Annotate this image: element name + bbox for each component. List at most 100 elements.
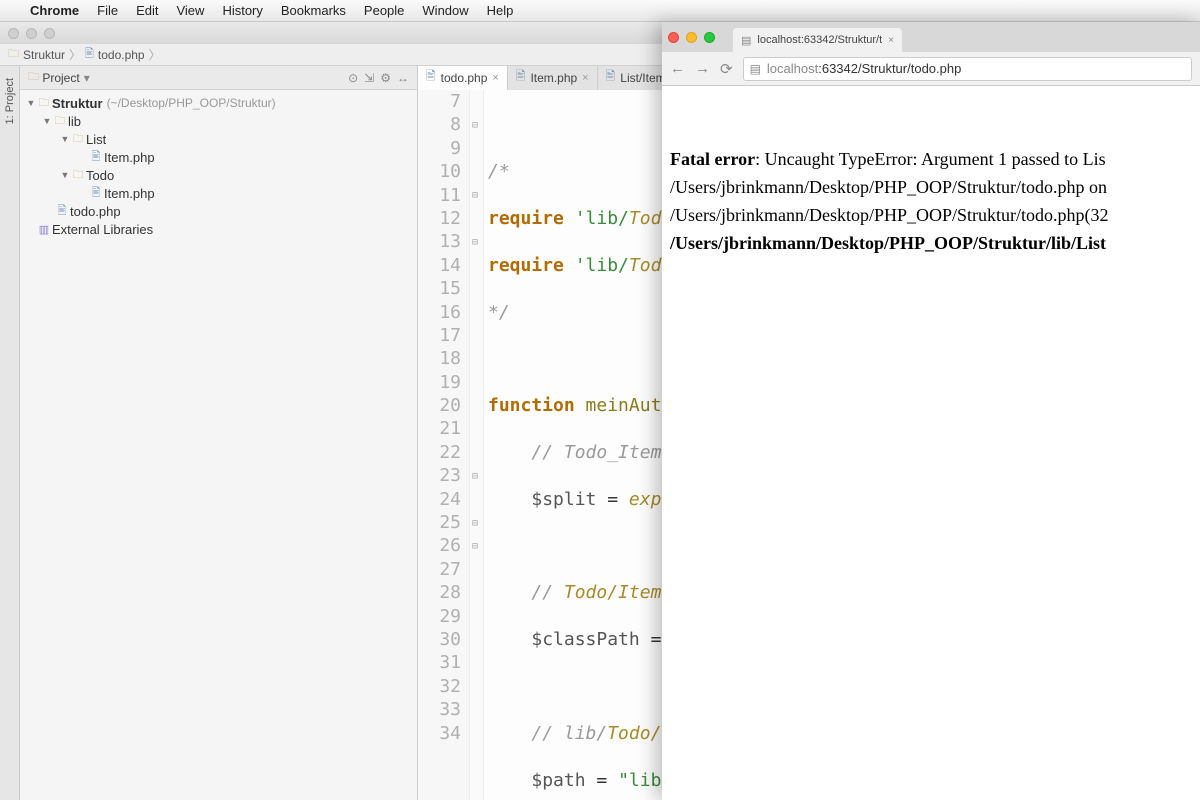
project-tree: ▼ 🗀 Struktur (~/Desktop/PHP_OOP/Struktur… [20,90,417,242]
fold-icon[interactable]: ⊟ [472,114,478,137]
tree-label: External Libraries [52,222,153,237]
menubar-app[interactable]: Chrome [30,3,79,18]
line-number: 10 [418,160,461,183]
error-line-4: /Users/jbrinkmann/Desktop/PHP_OOP/Strukt… [670,230,1192,258]
library-icon: ▥ [36,223,52,236]
url-path: :63342/Struktur/todo.php [818,61,961,76]
folder-icon: 🗀 [28,68,39,87]
tree-external-libs[interactable]: ▥ External Libraries [20,220,417,238]
error-line-2: /Users/jbrinkmann/Desktop/PHP_OOP/Strukt… [670,174,1192,202]
chrome-max-icon[interactable] [704,32,715,43]
line-number: 16 [418,301,461,324]
sidebar-tool-tab[interactable]: 1: Project [0,66,20,800]
line-number: 15 [418,277,461,300]
ide-min-icon[interactable] [26,28,37,39]
close-icon[interactable]: × [492,72,498,84]
folder-icon: 🗀 [36,94,52,113]
folder-icon: 🗀 [8,45,19,64]
menu-file[interactable]: File [97,3,118,18]
php-file-icon: 🖹 [426,67,436,88]
panel-tool-collapse-icon[interactable]: ⇲ [364,71,374,85]
line-number: 34 [418,722,461,745]
menu-history[interactable]: History [222,3,262,18]
tab-label: todo.php [441,71,488,85]
line-number: 17 [418,324,461,347]
tree-root[interactable]: ▼ 🗀 Struktur (~/Desktop/PHP_OOP/Struktur… [20,94,417,112]
tree-label: todo.php [70,204,121,219]
tree-expand-icon[interactable]: ▼ [60,134,70,144]
line-number: 31 [418,651,461,674]
ide-max-icon[interactable] [44,28,55,39]
fold-icon[interactable]: ⊟ [472,184,478,207]
tab-label: List/Item [620,71,665,85]
fold-icon[interactable]: ⊟ [472,535,478,558]
line-number: 21 [418,417,461,440]
menu-window[interactable]: Window [422,3,468,18]
fold-icon[interactable]: ⊟ [472,512,478,535]
menu-edit[interactable]: Edit [136,3,158,18]
line-number: 25 [418,511,461,534]
folder-icon: 🗀 [52,112,68,131]
tree-file-todo[interactable]: 🖹 todo.php [20,202,417,220]
fold-icon[interactable]: ⊟ [472,231,478,254]
tree-folder-lib[interactable]: ▼ 🗀 lib [20,112,417,130]
tree-label: List [86,132,106,147]
tab-todo[interactable]: 🖹 todo.php × [418,66,508,90]
menu-help[interactable]: Help [487,3,514,18]
tree-folder-todo[interactable]: ▼ 🗀 Todo [20,166,417,184]
line-number: 14 [418,254,461,277]
line-gutter: 7 8 9 10 11 12 13 14 15 16 17 18 19 20 2… [418,90,470,800]
reload-icon[interactable]: ⟳ [720,60,733,78]
line-number: 8 [418,113,461,136]
tree-expand-icon[interactable]: ▼ [60,170,70,180]
line-number: 26 [418,534,461,557]
close-icon[interactable]: × [888,35,894,46]
tree-expand-icon[interactable]: ▼ [42,116,52,126]
address-bar[interactable]: ▤ localhost:63342/Struktur/todo.php [743,57,1192,81]
line-number: 29 [418,605,461,628]
line-number: 23 [418,464,461,487]
tree-file-item-todo[interactable]: 🖹 Item.php [20,184,417,202]
tree-label: Item.php [104,150,155,165]
mac-menubar: Chrome File Edit View History Bookmarks … [0,0,1200,22]
panel-tool-settings-icon[interactable]: ⚙ [380,71,391,85]
menu-bookmarks[interactable]: Bookmarks [281,3,346,18]
error-line-1: : Uncaught TypeError: Argument 1 passed … [755,149,1106,169]
php-file-icon: 🖹 [606,67,616,88]
ide-window-controls [8,28,55,39]
tree-expand-icon[interactable]: ▼ [26,98,36,108]
line-number: 28 [418,581,461,604]
folder-icon: 🗀 [70,166,86,185]
php-file-icon: 🖹 [516,67,526,88]
tree-expand-icon [26,224,36,234]
browser-tab[interactable]: ▤ localhost:63342/Struktur/t × [733,28,902,52]
chrome-window: ▤ localhost:63342/Struktur/t × ← → ⟳ ▤ l… [662,22,1200,800]
panel-tool-target-icon[interactable]: ⊙ [348,71,358,85]
chevron-down-icon[interactable]: ▾ [84,71,90,85]
php-file-icon: 🖹 [85,45,94,64]
tree-label: Item.php [104,186,155,201]
tree-file-item-list[interactable]: 🖹 Item.php [20,148,417,166]
chevron-right-icon: 〉 [69,46,81,63]
menu-people[interactable]: People [364,3,404,18]
line-number: 33 [418,698,461,721]
tab-item[interactable]: 🖹 Item.php × [508,66,598,90]
chrome-min-icon[interactable] [686,32,697,43]
tree-path: (~/Desktop/PHP_OOP/Struktur) [107,96,276,110]
back-icon[interactable]: ← [670,60,685,77]
line-number: 9 [418,137,461,160]
fold-icon[interactable]: ⊟ [472,465,478,488]
close-icon[interactable]: × [582,72,588,84]
breadcrumb-root[interactable]: Struktur [23,48,65,62]
ide-close-icon[interactable] [8,28,19,39]
forward-icon[interactable]: → [695,60,710,77]
error-prefix: Fatal error [670,149,755,169]
project-panel-header: 🗀 Project ▾ ⊙ ⇲ ⚙ ↔ [20,66,417,90]
line-number: 11 [418,184,461,207]
line-number: 7 [418,90,461,113]
menu-view[interactable]: View [176,3,204,18]
breadcrumb-file[interactable]: todo.php [98,48,145,62]
chrome-close-icon[interactable] [668,32,679,43]
tree-folder-list[interactable]: ▼ 🗀 List [20,130,417,148]
panel-tool-hide-icon[interactable]: ↔ [397,71,409,85]
